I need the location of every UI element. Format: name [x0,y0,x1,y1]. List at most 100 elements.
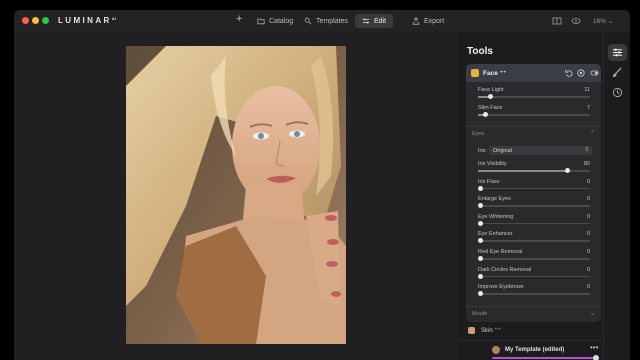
brand-name: LUMINAR [58,16,112,25]
face-tool-title: Face ⁺⁺ [483,70,507,77]
slider-track[interactable] [478,291,590,297]
eye-icon[interactable] [571,16,581,26]
slider-knob[interactable] [487,94,493,99]
export-icon [412,17,420,25]
slider-track[interactable] [478,112,590,117]
slider-track[interactable] [478,220,590,226]
history-icon [612,87,623,98]
more-icon[interactable]: ••• [590,343,598,352]
templates-icon [304,17,312,25]
close-dot[interactable] [22,17,29,24]
slider-fill [478,170,568,172]
slider-knob[interactable] [478,203,483,209]
iris-visibility-slider[interactable]: Iris Visibility 80 [478,161,590,175]
enlarge-eyes-slider[interactable]: Enlarge Eyes 0 [478,196,590,210]
title-bar: LUMINARAI + Catalog Templates Edit Expor… [14,10,630,32]
slider-value: 0 [586,249,590,255]
slider-value: 0 [586,284,590,291]
panel-title: Tools [467,46,493,57]
slider-track[interactable] [478,238,590,244]
toggle-icon[interactable] [590,69,599,77]
iris-row: Iris: Original ⇕ [478,146,592,156]
add-button[interactable]: + [236,13,242,25]
mouth-section-header[interactable]: Mouth ⌄ [466,309,601,321]
presets-tab[interactable] [608,64,627,81]
eyes-section-header[interactable]: Eyes ⌃ [466,129,601,141]
slider-value: 0 [586,178,590,185]
zoom-level[interactable]: 16% ⌄ [593,17,613,25]
slider-track[interactable] [478,273,590,279]
slider-track[interactable] [478,168,590,173]
tool-rail [603,32,630,360]
slider-knob[interactable] [478,273,483,279]
tools-tab[interactable] [608,44,627,61]
improve-eyebrows-slider[interactable]: Improve Eyebrows 0 [478,284,590,298]
minimize-dot[interactable] [32,17,39,24]
slider-knob[interactable] [478,256,483,261]
iris-flare-slider[interactable]: Iris Flare 0 [478,179,590,193]
slider-label: Enlarge Eyes [478,196,511,203]
chevron-updown-icon: ⇕ [584,146,589,153]
slider-track[interactable] [478,94,590,99]
slider-label: Slim Face [478,105,503,111]
slider-value: 11 [584,87,590,93]
image-canvas[interactable] [14,32,458,360]
undo-icon[interactable] [565,69,573,77]
slider-knob[interactable] [565,168,571,173]
face-icon [471,69,479,77]
eye-enhancer-slider[interactable]: Eye Enhancer 0 [478,231,590,245]
slider-value: 80 [583,161,590,167]
edit-label: Edit [374,17,387,25]
iris-select[interactable]: Original ⇕ [489,146,592,155]
mask-icon[interactable] [577,69,585,77]
dark-circles-removal-slider[interactable]: Dark Circles Removal 0 [478,267,590,281]
portrait-photo[interactable] [126,46,346,344]
edit-button[interactable]: Edit [355,14,394,28]
mouth-section-title: Mouth [472,311,488,317]
slider-knob[interactable] [478,291,483,297]
slider-track[interactable] [478,203,590,209]
template-amount-slider[interactable] [492,355,599,360]
skin-icon [468,327,475,334]
slider-label: Eye Whitening [478,213,514,220]
slider-knob[interactable] [483,112,489,117]
face-light-slider[interactable]: Face Light 11 [478,87,590,101]
eye-whitening-slider[interactable]: Eye Whitening 0 [478,214,590,228]
zoom-dot[interactable] [42,17,49,24]
compare-icon[interactable] [552,16,562,26]
tools-panel: Tools Face ⁺⁺ Face Light 11 Slim Face 7 [458,32,603,360]
slider-label: Iris Visibility [478,161,507,167]
iris-select-value: Original [493,147,512,154]
slim-face-slider[interactable]: Slim Face 7 [478,105,590,119]
templates-button[interactable]: Templates [297,14,355,28]
iris-label: Iris: [478,148,487,154]
red-eye-removal-slider[interactable]: Red Eye Removal 0 [478,249,590,263]
sliders-icon [612,48,623,57]
portrait-image [126,46,346,344]
history-tab[interactable] [608,84,627,101]
slider-track[interactable] [478,185,590,191]
slider-label: Dark Circles Removal [478,266,532,273]
skin-tool-row[interactable]: Skin ⁺⁺ [466,325,601,337]
template-avatar [492,346,500,354]
face-tool-header[interactable]: Face ⁺⁺ [466,64,601,82]
slider-track[interactable] [478,256,590,261]
folder-icon [257,18,265,25]
slider-knob[interactable] [478,185,483,191]
slider-label: Red Eye Removal [478,249,523,255]
slider-value: 0 [586,231,590,238]
template-amount-knob[interactable] [593,355,599,360]
slider-value: 0 [586,196,590,203]
catalog-button[interactable]: Catalog [250,14,300,28]
template-name: My Template (edited) [505,347,565,353]
zoom-value: 16% [593,18,607,25]
export-button[interactable]: Export [405,14,451,28]
slider-knob[interactable] [478,220,483,226]
slider-knob[interactable] [478,238,483,244]
eyes-section-title: Eyes [472,131,485,137]
catalog-label: Catalog [269,17,294,25]
divider [466,306,601,307]
slider-label: Improve Eyebrows [478,284,524,291]
slider-label: Iris Flare [478,178,500,185]
export-label: Export [424,17,445,25]
